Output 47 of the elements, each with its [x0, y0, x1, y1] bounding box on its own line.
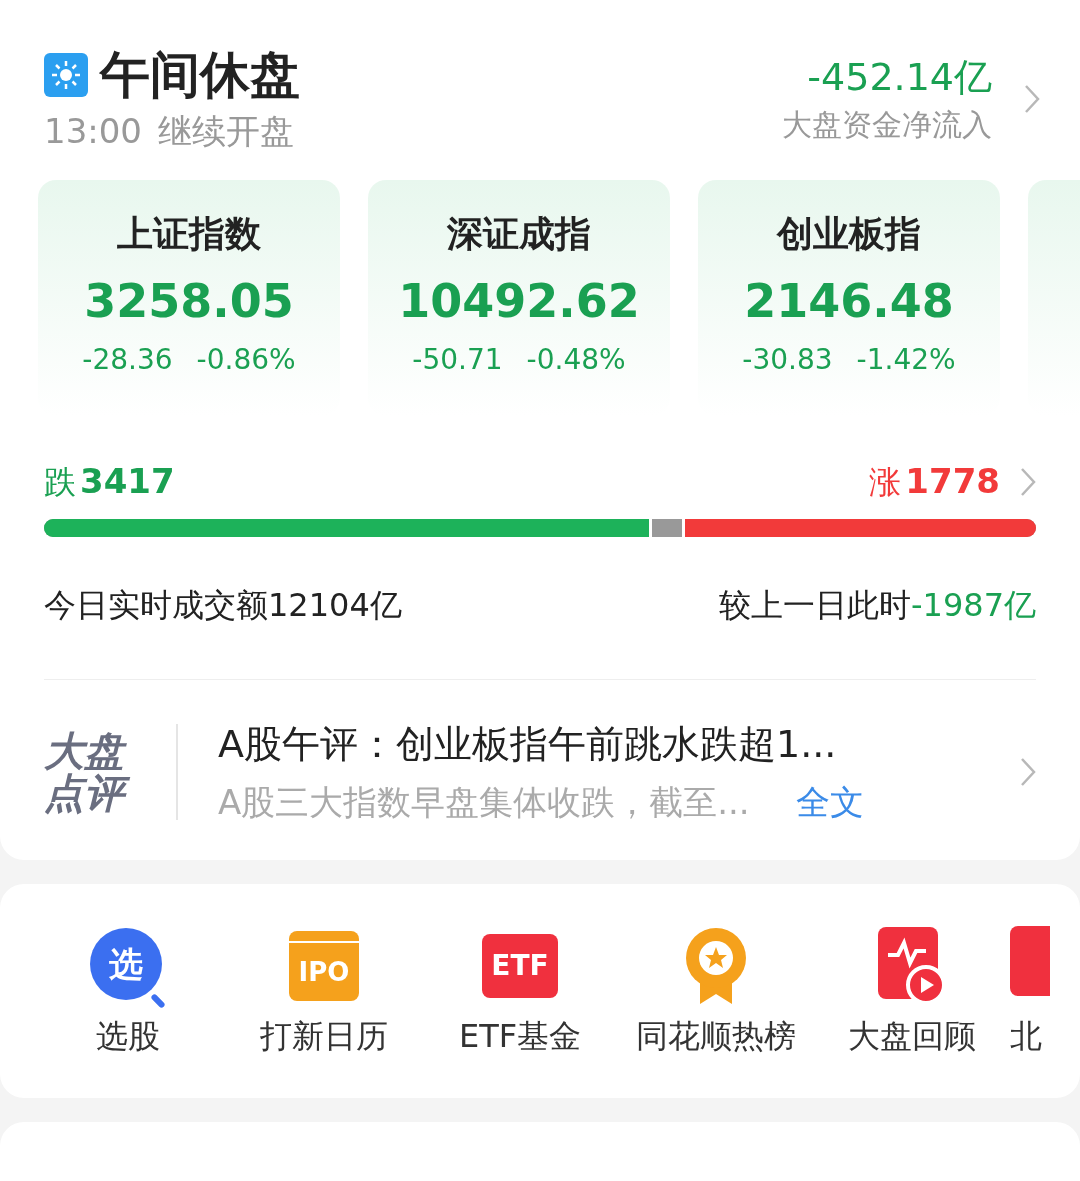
chevron-right-icon[interactable] [1020, 466, 1036, 497]
shortcut-item[interactable]: 选 选股 [30, 926, 226, 1098]
shortcut-item[interactable]: 北 [1010, 926, 1070, 1098]
shortcut-label: 选股 [96, 1020, 160, 1052]
shortcut-label: 大盘回顾 [848, 1020, 976, 1052]
chevron-right-icon[interactable] [1024, 84, 1040, 114]
shortcut-label: 北 [1010, 1020, 1042, 1052]
shortcut-label: 打新日历 [260, 1020, 388, 1052]
resume-time: 13:00 [44, 114, 142, 148]
rise-label: 涨 [869, 461, 902, 503]
compare-label: 较上一日此时 [719, 585, 911, 626]
market-status-title: 午间休盘 [100, 50, 300, 100]
rise-count: 1778 [905, 460, 1000, 503]
index-value: 3258.05 [84, 278, 294, 324]
shortcut-item[interactable]: ETF ETF基金 [422, 926, 618, 1098]
index-name: 创业板指 [777, 216, 921, 252]
index-percent: -1.42% [856, 346, 956, 374]
index-change: -50.71 [412, 346, 503, 374]
commentary-summary: A股三大指数早盘集体收跌，截至... [218, 785, 750, 819]
index-percent: -0.48% [526, 346, 626, 374]
index-name: 深证成指 [447, 216, 591, 252]
net-flow-value: -452.14亿 [807, 58, 992, 96]
calendar-icon: IPO [289, 931, 359, 1001]
sun-icon [44, 53, 88, 97]
shortcut-item[interactable]: IPO 打新日历 [226, 926, 422, 1098]
commentary-headline[interactable]: A股午评：创业板指午前跳水跌超1... [218, 725, 1020, 763]
index-value: 2146.48 [744, 278, 954, 324]
shortcut-label: 同花顺热榜 [636, 1020, 796, 1052]
shortcut-item[interactable]: 同花顺热榜 [618, 926, 814, 1098]
chevron-right-icon[interactable] [1020, 757, 1036, 787]
medal-icon [684, 928, 748, 1004]
index-name: 上证指数 [117, 216, 261, 252]
index-change: -28.36 [82, 346, 173, 374]
app-icon [1010, 926, 1050, 996]
etf-icon: ETF [482, 934, 558, 998]
compare-value: -1987亿 [911, 585, 1036, 626]
resume-label: 继续开盘 [158, 114, 294, 148]
index-percent: -0.86% [196, 346, 296, 374]
fall-label: 跌 [44, 461, 76, 503]
net-flow-label: 大盘资金净流入 [782, 110, 992, 140]
index-change: -30.83 [742, 346, 833, 374]
shortcut-item[interactable]: 大盘回顾 [814, 926, 1010, 1098]
index-value: 10492.62 [398, 278, 640, 324]
commentary-logo: 大盘 点评 [44, 730, 148, 814]
fall-count: 3417 [80, 460, 175, 503]
shortcut-label: ETF基金 [458, 1020, 582, 1052]
turnover-text: 今日实时成交额12104亿 [44, 585, 402, 626]
